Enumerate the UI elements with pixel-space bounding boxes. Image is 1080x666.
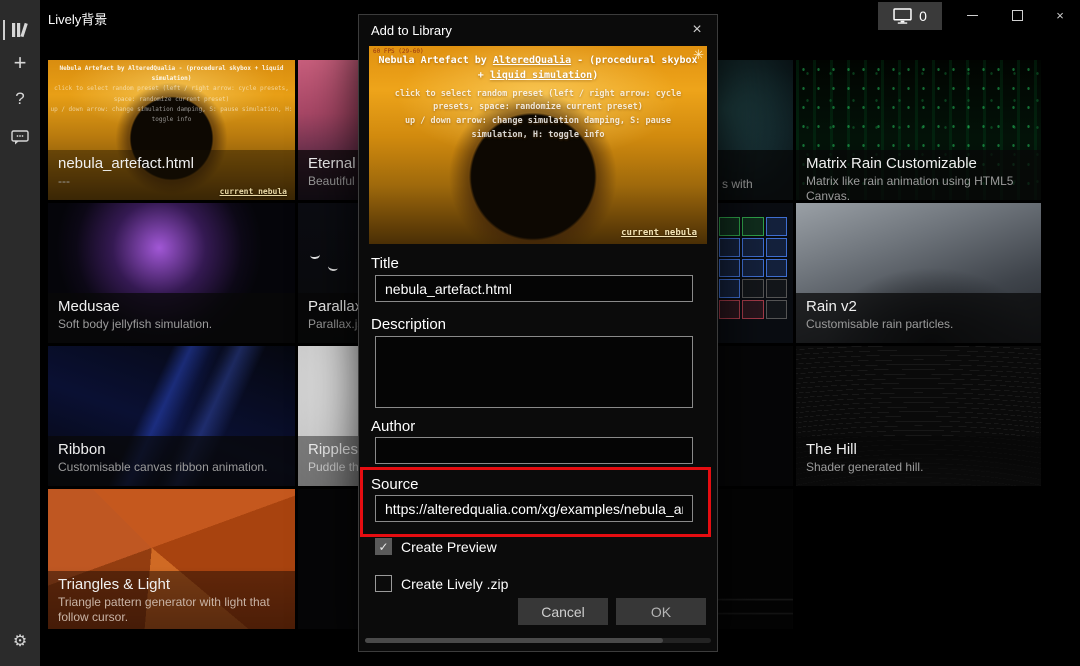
monitor-icon [893, 8, 912, 24]
sidebar-item-add[interactable]: + [0, 48, 40, 78]
tile-title: Ribbon [58, 441, 285, 458]
tile-subtitle: Triangle pattern generator with light th… [58, 595, 285, 625]
create-zip-checkbox[interactable] [375, 575, 392, 592]
dialog-title: Add to Library [371, 23, 452, 38]
scrollbar-thumb[interactable] [365, 638, 663, 643]
author-field-label: Author [371, 418, 415, 435]
wallpaper-preview: 60 FPS (29-60) ✳ Nebula Artefact by Alte… [369, 46, 707, 244]
feedback-icon [11, 130, 29, 145]
preview-watermark: current_nebula [621, 228, 697, 238]
maximize-button[interactable] [1000, 0, 1034, 30]
create-preview-checkbox[interactable]: ✓ [375, 538, 392, 555]
library-icon [11, 22, 30, 38]
tile-the-hill[interactable]: The Hill Shader generated hill. [796, 346, 1041, 486]
create-zip-label: Create Lively .zip [401, 576, 508, 592]
tile-subtitle: Customisable canvas ribbon animation. [58, 460, 285, 475]
tile-title: The Hill [806, 441, 1031, 458]
sidebar-item-settings[interactable]: ⚙ [0, 626, 40, 656]
tile-matrix-rain[interactable]: Matrix Rain Customizable Matrix like rai… [796, 60, 1041, 200]
tile-subtitle: Matrix like rain animation using HTML5 C… [806, 174, 1031, 200]
sidebar-item-library[interactable] [0, 15, 40, 45]
tile-title: Matrix Rain Customizable [806, 155, 1031, 172]
add-to-library-dialog: Add to Library × 60 FPS (29-60) ✳ Nebula… [358, 14, 718, 652]
title-field-label: Title [371, 255, 399, 272]
tile-title: Medusae [58, 298, 285, 315]
preview-heading: Nebula Artefact by AlteredQualia - (proc… [375, 54, 701, 83]
nebula-overlay-text: Nebula Artefact by AlteredQualia - (proc… [50, 64, 293, 125]
preview-help-line-1: click to select random preset (left / ri… [375, 88, 701, 114]
create-preview-label: Create Preview [401, 539, 497, 555]
author-input[interactable] [375, 437, 693, 464]
monitor-count: 0 [919, 8, 927, 24]
tile-triangles-light[interactable]: Triangles & Light Triangle pattern gener… [48, 489, 295, 629]
tile-title: Rain v2 [806, 298, 1031, 315]
tile-nebula-artefact[interactable]: Nebula Artefact by AlteredQualia - (proc… [48, 60, 295, 200]
sidebar: + ? ⚙ [0, 0, 40, 666]
tile-title: Triangles & Light [58, 576, 285, 593]
preview-help-line-2: up / down arrow: change simulation dampi… [375, 115, 701, 141]
plus-icon: + [14, 50, 27, 76]
source-input[interactable] [375, 495, 693, 522]
tile-medusae[interactable]: Medusae Soft body jellyfish simulation. [48, 203, 295, 343]
dialog-close-button[interactable]: × [685, 18, 709, 42]
window-close-button[interactable]: × [1043, 0, 1077, 30]
cancel-button[interactable]: Cancel [518, 598, 608, 625]
gear-icon: ⚙ [13, 631, 27, 651]
close-icon: × [1056, 8, 1064, 23]
tile-title: nebula_artefact.html [58, 155, 285, 172]
preview-overlay-text: Nebula Artefact by AlteredQualia - (proc… [375, 54, 701, 142]
tile-subtitle: Soft body jellyfish simulation. [58, 317, 285, 332]
nebula-watermark: current_nebula [220, 187, 287, 196]
minimize-button[interactable] [955, 0, 989, 30]
tile-rain-v2[interactable]: Rain v2 Customisable rain particles. [796, 203, 1041, 343]
sidebar-item-help[interactable]: ? [0, 84, 40, 114]
minimize-icon [967, 15, 978, 16]
ok-button[interactable]: OK [616, 598, 706, 625]
tile-subtitle-fragment: s with [722, 177, 753, 192]
display-select-button[interactable]: 0 [878, 2, 942, 30]
app-title: Lively背景 [48, 9, 107, 28]
tile-subtitle: Shader generated hill. [806, 460, 1031, 475]
tile-ribbon[interactable]: Ribbon Customisable canvas ribbon animat… [48, 346, 295, 486]
source-field-label: Source [371, 476, 419, 493]
description-textarea[interactable] [375, 336, 693, 408]
description-field-label: Description [371, 316, 446, 333]
tile-subtitle: Customisable rain particles. [806, 317, 1031, 332]
sidebar-item-feedback[interactable] [0, 122, 40, 152]
maximize-icon [1012, 10, 1023, 21]
dialog-horizontal-scrollbar[interactable] [365, 638, 711, 643]
help-icon: ? [15, 89, 24, 109]
close-icon: × [692, 21, 701, 39]
title-input[interactable] [375, 275, 693, 302]
check-icon: ✓ [378, 540, 388, 554]
